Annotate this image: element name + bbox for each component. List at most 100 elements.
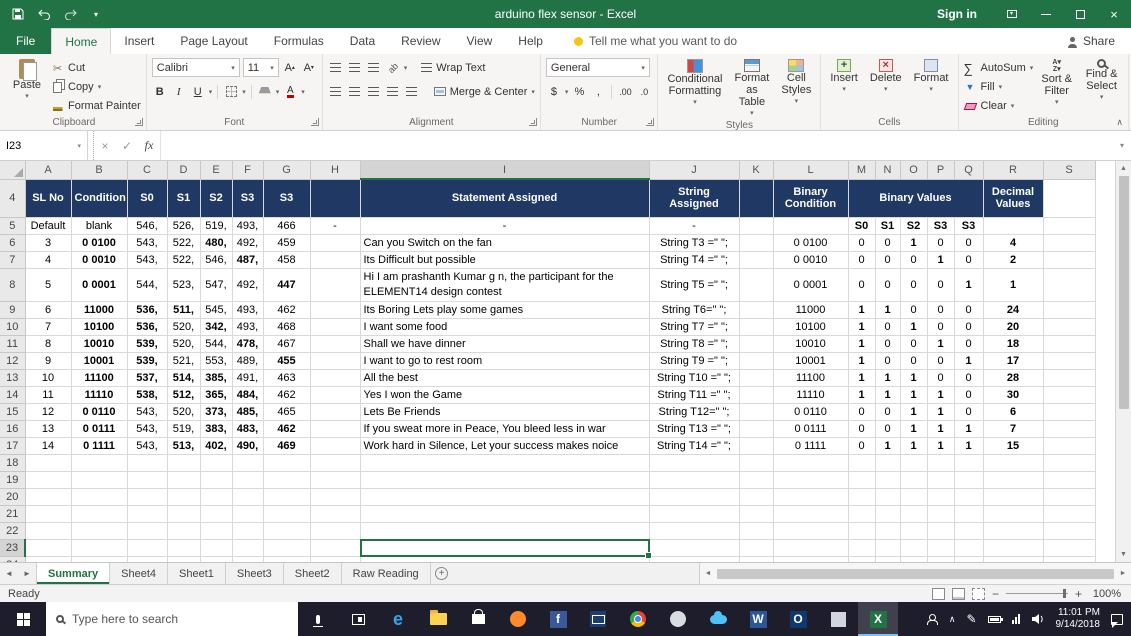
ribbon-tab-home[interactable]: Home: [51, 28, 111, 54]
cell[interactable]: 519,: [167, 420, 200, 437]
row-header-20[interactable]: 20: [0, 488, 25, 505]
cell[interactable]: 11100: [71, 369, 127, 386]
orientation-button[interactable]: ab: [385, 59, 401, 76]
cell[interactable]: [739, 403, 773, 420]
clipboard-dialog-launcher[interactable]: [135, 118, 143, 126]
store-icon[interactable]: [458, 602, 498, 636]
row-header-8[interactable]: 8: [0, 268, 25, 301]
cell-C20[interactable]: [127, 488, 167, 505]
name-box[interactable]: I23 ▾: [0, 131, 88, 160]
cell[interactable]: 1: [900, 386, 927, 403]
cell-M23[interactable]: [848, 539, 875, 556]
cell[interactable]: [310, 318, 360, 335]
photos-icon[interactable]: [818, 602, 858, 636]
cell[interactable]: 1: [900, 437, 927, 454]
top-align-button[interactable]: [328, 59, 344, 76]
cell-I21[interactable]: [360, 505, 649, 522]
cell-G21[interactable]: [263, 505, 310, 522]
cell-binary-condition[interactable]: 10001: [773, 352, 848, 369]
cell[interactable]: [739, 335, 773, 352]
cell[interactable]: 463: [263, 369, 310, 386]
wrap-text-button[interactable]: Wrap Text: [421, 60, 485, 76]
cell-O20[interactable]: [900, 488, 927, 505]
sheet-tab-sheet1[interactable]: Sheet1: [168, 563, 226, 584]
onedrive-icon[interactable]: [698, 602, 738, 636]
cell[interactable]: 4: [25, 251, 71, 268]
cell[interactable]: 519,: [200, 217, 232, 234]
column-header-E[interactable]: E: [200, 161, 232, 179]
zoom-out-button[interactable]: −: [992, 587, 999, 601]
fill-color-button[interactable]: [257, 83, 273, 100]
cell-P21[interactable]: [927, 505, 954, 522]
cell-binary-condition[interactable]: 0 0100: [773, 234, 848, 251]
cell-B22[interactable]: [71, 522, 127, 539]
ribbon-tab-help[interactable]: Help: [505, 28, 556, 54]
cell[interactable]: S1: [875, 217, 900, 234]
decrease-decimal-button[interactable]: .0: [636, 83, 652, 100]
cell[interactable]: [739, 352, 773, 369]
cell[interactable]: [310, 437, 360, 454]
cell-L21[interactable]: [773, 505, 848, 522]
vertical-scroll-thumb[interactable]: [1119, 176, 1129, 409]
cell[interactable]: 0: [927, 268, 954, 301]
cell[interactable]: 520,: [167, 403, 200, 420]
cell-A18[interactable]: [25, 454, 71, 471]
cell[interactable]: 6: [25, 301, 71, 318]
sort-filter-button[interactable]: A▾Z▾ Sort & Filter▾: [1037, 57, 1076, 109]
row-header-18[interactable]: 18: [0, 454, 25, 471]
column-header-Q[interactable]: Q: [954, 161, 983, 179]
cell-D23[interactable]: [167, 539, 200, 556]
cell-H18[interactable]: [310, 454, 360, 471]
sheet-nav-prev-button[interactable]: ◄: [0, 563, 18, 584]
cell[interactable]: 1: [848, 369, 875, 386]
decrease-indent-button[interactable]: [385, 83, 401, 100]
cell[interactable]: [1043, 403, 1095, 420]
cell[interactable]: 0: [927, 318, 954, 335]
network-icon[interactable]: [1012, 614, 1020, 624]
cell-P23[interactable]: [927, 539, 954, 556]
cell-Q19[interactable]: [954, 471, 983, 488]
cell[interactable]: S2: [200, 179, 232, 217]
zoom-level[interactable]: 100%: [1089, 588, 1121, 600]
column-header-A[interactable]: A: [25, 161, 71, 179]
cell-J21[interactable]: [649, 505, 739, 522]
cell-K22[interactable]: [739, 522, 773, 539]
zoom-in-button[interactable]: +: [1075, 587, 1082, 601]
cell[interactable]: 1: [954, 420, 983, 437]
edge-icon[interactable]: e: [378, 602, 418, 636]
cell[interactable]: [739, 234, 773, 251]
cell[interactable]: [1043, 369, 1095, 386]
cell-statement[interactable]: I want to go to rest room: [360, 352, 649, 369]
cell[interactable]: 0: [927, 234, 954, 251]
share-button[interactable]: Share: [1068, 28, 1131, 54]
cell[interactable]: 544,: [200, 335, 232, 352]
number-format-select[interactable]: General▾: [546, 58, 650, 77]
cell-H21[interactable]: [310, 505, 360, 522]
column-header-L[interactable]: L: [773, 161, 848, 179]
cell[interactable]: [310, 386, 360, 403]
cell[interactable]: 458: [263, 251, 310, 268]
cell[interactable]: S3: [954, 217, 983, 234]
cell-string[interactable]: String T5 =" ";: [649, 268, 739, 301]
cell-H20[interactable]: [310, 488, 360, 505]
align-right-button[interactable]: [366, 83, 382, 100]
cell[interactable]: 0: [954, 301, 983, 318]
scroll-left-arrow[interactable]: ◄: [700, 570, 716, 577]
row-header-10[interactable]: 10: [0, 318, 25, 335]
cell-S23[interactable]: [1043, 539, 1095, 556]
cell-G24[interactable]: [263, 556, 310, 562]
cell-O23[interactable]: [900, 539, 927, 556]
cell-N20[interactable]: [875, 488, 900, 505]
cell[interactable]: 523,: [167, 268, 200, 301]
cell[interactable]: [1043, 179, 1095, 217]
cell[interactable]: 1: [927, 403, 954, 420]
cell-string[interactable]: String T8 =" ";: [649, 335, 739, 352]
cell[interactable]: 1: [875, 369, 900, 386]
increase-font-size-button[interactable]: A▴: [282, 59, 298, 76]
cell-string[interactable]: String T13 =" ";: [649, 420, 739, 437]
vertical-scrollbar[interactable]: ▲ ▼: [1115, 161, 1131, 562]
cell[interactable]: 1: [927, 420, 954, 437]
cell[interactable]: [310, 369, 360, 386]
comma-style-button[interactable]: ,: [590, 83, 606, 100]
cell-statement[interactable]: Its Boring Lets play some games: [360, 301, 649, 318]
